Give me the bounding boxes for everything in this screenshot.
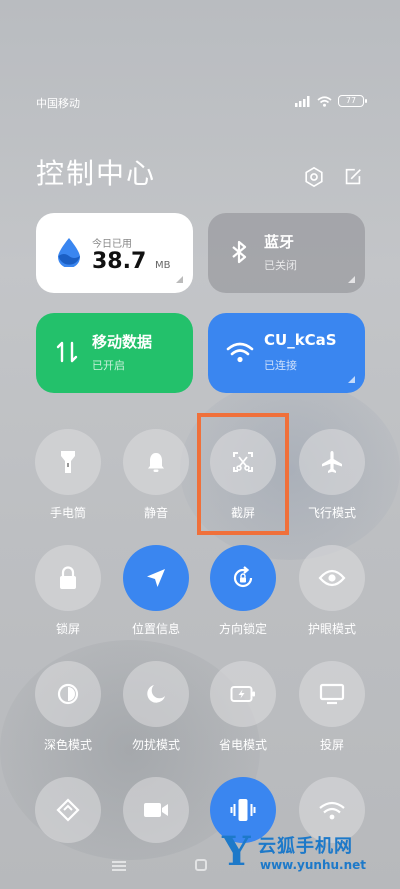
rotation-lock-icon <box>233 566 253 588</box>
mobile-data-status: 已开启 <box>92 359 125 372</box>
toggle-do-not-disturb[interactable] <box>123 661 189 727</box>
wifi-status: 已连接 <box>264 359 297 372</box>
toggle-eye-care[interactable] <box>299 545 365 611</box>
toggle-cast-screen[interactable] <box>299 661 365 727</box>
moon-icon <box>147 685 165 703</box>
highlight-box <box>197 413 289 535</box>
toggle-battery-saver[interactable] <box>210 661 276 727</box>
data-usage-tile[interactable]: 今日已用 38.7 MB <box>36 213 193 293</box>
watermark-name: 云狐手机网 <box>258 836 353 857</box>
data-usage-value: 38.7 <box>92 249 147 274</box>
toggle-lock-screen[interactable] <box>35 545 101 611</box>
expand-corner-icon <box>348 376 355 383</box>
toggle-label: 位置信息 <box>131 622 180 636</box>
wifi-hotspot-icon <box>319 801 345 820</box>
data-arrows-icon <box>56 341 78 363</box>
data-usage-caption: 今日已用 <box>92 239 132 250</box>
toggle-label: 投屏 <box>319 738 344 752</box>
bluetooth-icon <box>232 240 247 264</box>
wifi-status-icon <box>317 95 332 107</box>
settings-gear-icon[interactable] <box>303 166 325 188</box>
battery-icon: 77 <box>338 95 367 107</box>
vibrate-icon <box>230 799 256 821</box>
dark-mode-icon <box>57 683 79 705</box>
home-nav-icon[interactable] <box>195 859 207 871</box>
toggle-label: 省电模式 <box>218 738 267 752</box>
watermark-letter: Y <box>222 828 251 875</box>
mobile-data-tile[interactable]: 移动数据 已开启 <box>36 313 193 393</box>
toggle-airplane[interactable] <box>299 429 365 495</box>
link-icon <box>56 798 80 822</box>
page-title: 控制中心 <box>36 157 157 190</box>
wifi-icon <box>226 342 254 363</box>
watermark-logo: Y 云狐手机网 www.yunhu.net <box>222 826 392 882</box>
water-drop-icon <box>58 238 80 267</box>
lock-icon <box>60 566 76 589</box>
toggle-rotation-lock[interactable] <box>210 545 276 611</box>
edit-icon[interactable] <box>342 166 364 188</box>
status-icons: 77 <box>295 95 367 107</box>
toggle-label: 锁屏 <box>55 622 80 636</box>
toggle-label: 护眼模式 <box>307 622 356 636</box>
carrier-name: 中国移动 <box>36 97 80 110</box>
toggle-label: 勿扰模式 <box>131 738 180 752</box>
bluetooth-label: 蓝牙 <box>264 233 295 251</box>
toggle-label: 飞行模式 <box>307 506 356 520</box>
toggle-label: 方向锁定 <box>218 622 267 636</box>
toggle-link[interactable] <box>35 777 101 843</box>
wifi-tile[interactable]: CU_kCaS 已连接 <box>208 313 365 393</box>
signal-icon <box>295 95 310 107</box>
bluetooth-tile[interactable]: 蓝牙 已关闭 <box>208 213 365 293</box>
expand-corner-icon <box>176 276 183 283</box>
expand-corner-icon <box>348 276 355 283</box>
toggle-location[interactable] <box>123 545 189 611</box>
status-bar: 中国移动 77 <box>36 92 367 112</box>
watermark-url: www.yunhu.net <box>260 858 367 872</box>
menu-nav-icon[interactable] <box>112 861 126 871</box>
airplane-icon <box>322 451 342 473</box>
toggle-label: 手电筒 <box>49 506 86 520</box>
location-icon <box>147 569 165 587</box>
battery-saver-icon <box>230 686 255 702</box>
toggle-silent[interactable] <box>123 429 189 495</box>
bluetooth-status: 已关闭 <box>264 259 297 272</box>
toggle-label: 深色模式 <box>43 738 92 752</box>
wifi-network-name: CU_kCaS <box>264 331 337 349</box>
toggle-dark-mode[interactable] <box>35 661 101 727</box>
eye-icon <box>318 569 346 587</box>
data-usage-unit: MB <box>155 260 171 271</box>
toggle-label: 静音 <box>143 506 168 520</box>
toggle-flashlight[interactable] <box>35 429 101 495</box>
flashlight-icon <box>61 451 75 473</box>
mobile-data-label: 移动数据 <box>92 333 153 351</box>
video-icon <box>144 803 168 817</box>
bell-icon <box>148 453 164 472</box>
cast-screen-icon <box>319 683 345 705</box>
toggle-screen-record[interactable] <box>123 777 189 843</box>
